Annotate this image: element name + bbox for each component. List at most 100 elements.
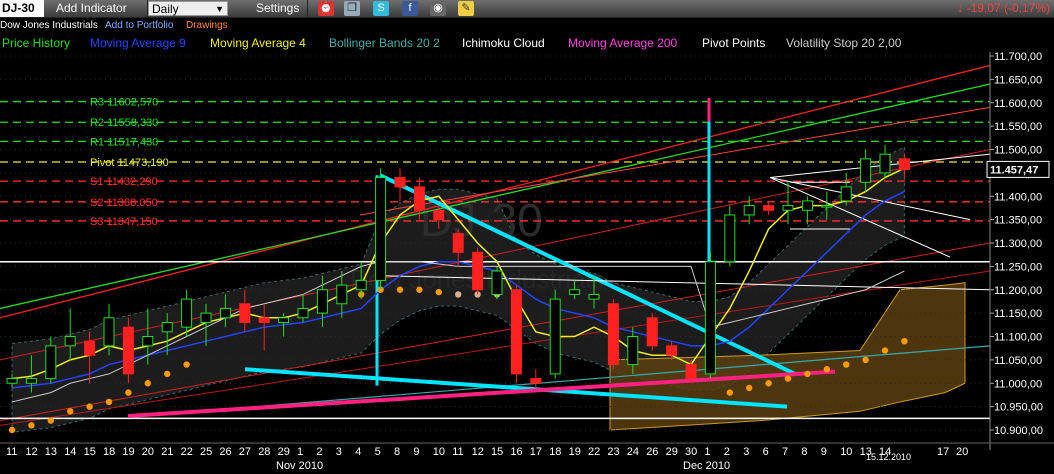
y-axis-label: 11.100,00: [994, 332, 1042, 344]
candle: [413, 186, 425, 211]
candle: [355, 279, 367, 291]
vstop-dot: [183, 361, 190, 368]
x-axis-label: 15: [84, 446, 96, 458]
candle: [297, 307, 309, 319]
candle: [685, 364, 697, 380]
candle: [6, 378, 18, 384]
x-axis-label: 20: [142, 446, 154, 458]
candle: [666, 345, 678, 356]
y-axis-label: 11.250,00: [994, 261, 1042, 273]
vstop-dot: [901, 337, 908, 345]
candle: [433, 209, 445, 221]
x-axis-label: 8: [394, 446, 400, 458]
y-axis-label: 11.350,00: [994, 215, 1042, 227]
x-axis-label: 3: [743, 446, 749, 458]
x-axis-label: 18: [103, 446, 115, 458]
y-axis-label: 11.050,00: [994, 355, 1042, 367]
vstop-dot: [746, 384, 753, 392]
y-axis-label: 11.500,00: [994, 145, 1042, 157]
candle: [569, 289, 581, 295]
x-axis-label: 29: [666, 446, 678, 458]
pivot-label-s3: S3 11347,150: [90, 216, 158, 228]
vstop-dot: [726, 389, 733, 396]
x-axis-label: 2: [316, 446, 322, 458]
candle: [258, 317, 270, 323]
x-axis-label: 27: [239, 446, 251, 458]
candle: [782, 205, 794, 211]
x-axis-label: 14: [64, 446, 76, 458]
candle: [219, 307, 231, 319]
x-axis-label: 19: [569, 446, 581, 458]
candle: [530, 378, 542, 384]
candle: [452, 233, 464, 253]
candle: [549, 298, 561, 375]
x-axis-label: 11: [452, 446, 463, 458]
candle: [743, 205, 755, 216]
vstop-dot: [804, 370, 811, 378]
y-axis-label: 11.300,00: [994, 238, 1042, 250]
candle: [336, 284, 348, 305]
x-axis-label: 5: [375, 446, 381, 458]
pivot-label-r2: R2 11558,330: [90, 117, 158, 129]
vstop-dot: [784, 375, 792, 382]
vstop-dot: [105, 398, 113, 406]
candle: [840, 186, 852, 202]
candle: [724, 214, 736, 263]
vstop-dot: [455, 291, 462, 298]
vstop-dot: [823, 366, 830, 373]
pivot-label-r1: R1 11517,430: [90, 136, 158, 148]
x-axis-label: 8: [801, 446, 807, 458]
pivot-label-r3: R3 11602,570: [90, 97, 158, 109]
y-axis-label: 11.550,00: [994, 121, 1042, 133]
y-axis-label: 11.650,00: [994, 74, 1042, 86]
vstop-dot: [164, 370, 171, 378]
candle: [25, 378, 37, 384]
vstop-dot: [47, 417, 54, 424]
vstop-dot: [416, 286, 423, 293]
x-axis-label: 15.12.2010: [866, 452, 911, 462]
x-axis-label: 19: [122, 446, 134, 458]
vstop-dot: [396, 286, 404, 293]
y-axis-label: 11.600,00: [994, 98, 1042, 110]
vstop-dot: [125, 389, 132, 396]
x-axis-label: 10: [840, 446, 852, 458]
y-axis-label: 11.150,00: [994, 308, 1042, 320]
y-axis-label: 10.950,00: [994, 402, 1043, 414]
candle: [898, 158, 910, 171]
y-axis-label: 11.700,00: [994, 51, 1042, 63]
candle: [801, 200, 813, 211]
y-axis-label: 11.400,00: [994, 191, 1042, 203]
candle: [588, 293, 600, 300]
y-axis-label: 10.900,00: [994, 425, 1043, 437]
x-axis-label: 15: [491, 446, 503, 458]
candle: [627, 336, 639, 366]
candle: [64, 336, 76, 347]
candle: [278, 317, 290, 323]
vstop-dot: [86, 403, 93, 410]
x-axis-label: 7: [782, 446, 788, 458]
price-chart[interactable]: DJ-30 Dow Jones Industrials R3 11602,570…: [0, 0, 1054, 474]
vstop-dot: [843, 361, 850, 368]
x-axis-label: 22: [588, 446, 600, 458]
vstop-dot: [862, 356, 869, 364]
x-axis-label: 30: [685, 446, 697, 458]
x-axis-label: 17: [530, 446, 542, 458]
candle: [375, 177, 387, 281]
candle: [45, 345, 57, 380]
candle: [181, 298, 193, 328]
x-axis-label: 16: [510, 446, 522, 458]
candle: [161, 321, 173, 333]
x-axis-label: 12: [472, 446, 484, 458]
candle: [122, 326, 134, 375]
candle: [200, 312, 212, 323]
candle: [394, 177, 406, 188]
x-axis-label: 21: [161, 446, 173, 458]
candle: [239, 303, 251, 323]
x-axis-label: 3: [336, 446, 342, 458]
x-axis-label: 6: [763, 446, 769, 458]
x-axis-label: 11: [6, 446, 17, 458]
candle: [84, 340, 96, 356]
candle: [646, 317, 658, 347]
candle: [879, 153, 891, 174]
x-axis-label: 13: [45, 446, 57, 458]
